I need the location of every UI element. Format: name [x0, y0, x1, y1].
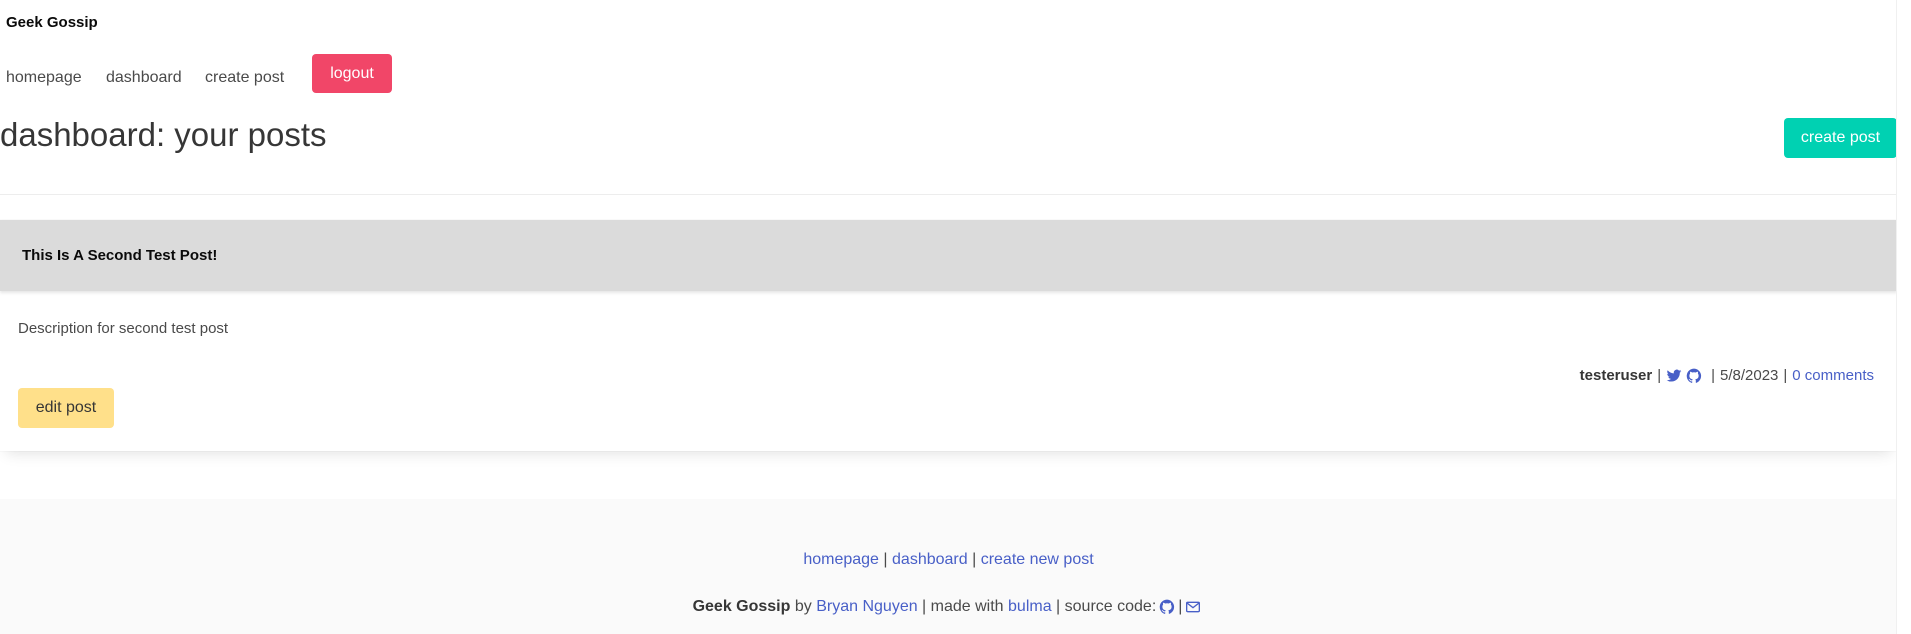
separator: | — [1657, 367, 1662, 384]
footer-author-link[interactable]: Bryan Nguyen — [816, 598, 917, 616]
footer-links: homepage | dashboard | create new post — [0, 551, 1897, 569]
post-date: 5/8/2023 — [1720, 367, 1779, 384]
footer-link-homepage[interactable]: homepage — [803, 551, 879, 568]
post-comments-link[interactable]: 0 comments — [1792, 367, 1874, 384]
footer-bulma-link[interactable]: bulma — [1008, 598, 1052, 616]
separator: | — [1051, 598, 1065, 615]
logout-button[interactable]: logout — [312, 54, 392, 93]
nav-link-dashboard[interactable]: dashboard — [106, 69, 182, 87]
nav-link-homepage[interactable]: homepage — [6, 69, 82, 87]
footer-source-code-text: source code: — [1064, 598, 1157, 615]
footer: homepage | dashboard | create new post G… — [0, 499, 1911, 634]
divider — [0, 194, 1897, 195]
post-meta: testeruser | | 5/8/2023 | 0 comments — [1580, 367, 1874, 384]
github-icon[interactable] — [1159, 599, 1175, 615]
page-title: dashboard: your posts — [0, 116, 327, 153]
navbar-brand[interactable]: Geek Gossip — [6, 14, 98, 31]
footer-made-with-text: made with — [930, 598, 1004, 615]
github-icon[interactable] — [1686, 368, 1702, 384]
separator: | — [1178, 598, 1183, 615]
footer-credits: Geek Gossip by Bryan Nguyen | made with … — [0, 598, 1897, 616]
nav-link-create-post[interactable]: create post — [205, 69, 284, 87]
footer-link-create-new-post[interactable]: create new post — [981, 551, 1094, 568]
post-author: testeruser — [1579, 367, 1653, 384]
post-card: This Is A Second Test Post! Description … — [0, 220, 1897, 451]
separator: | — [917, 598, 931, 615]
post-description: Description for second test post — [18, 320, 229, 337]
envelope-icon[interactable] — [1185, 599, 1201, 615]
post-title[interactable]: This Is A Second Test Post! — [22, 247, 217, 264]
by-text: by — [794, 598, 812, 615]
separator: | — [1783, 367, 1788, 384]
footer-brand: Geek Gossip — [692, 598, 791, 615]
create-post-button[interactable]: create post — [1784, 118, 1897, 158]
edit-post-button[interactable]: edit post — [18, 388, 114, 428]
scrollbar[interactable] — [1896, 0, 1911, 634]
twitter-icon[interactable] — [1666, 368, 1682, 384]
separator: | — [1711, 367, 1715, 384]
separator: | — [972, 551, 981, 568]
footer-by-text: by — [790, 598, 816, 616]
separator: | — [883, 551, 893, 568]
post-card-header: This Is A Second Test Post! — [0, 220, 1897, 291]
footer-link-dashboard[interactable]: dashboard — [892, 551, 968, 568]
